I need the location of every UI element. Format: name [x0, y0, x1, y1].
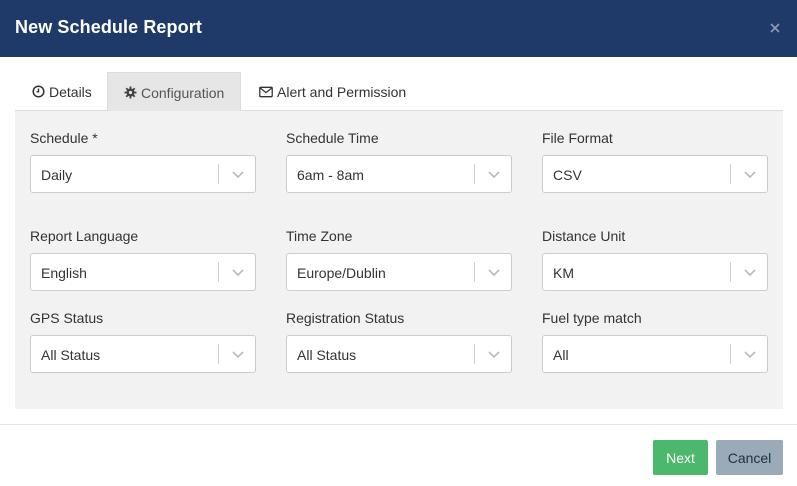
cancel-button[interactable]: Cancel — [716, 440, 783, 475]
next-button[interactable]: Next — [653, 440, 708, 475]
tab-alert-permission[interactable]: Alert and Permission — [245, 72, 415, 111]
field-label: Report Language — [30, 228, 139, 244]
envelope-icon — [259, 86, 273, 98]
field-label: File Format — [542, 130, 613, 146]
distance-unit-select[interactable]: KM — [542, 253, 768, 291]
footer-divider — [0, 424, 797, 425]
field-label: GPS Status — [30, 310, 104, 326]
schedule-select[interactable]: Daily — [30, 155, 256, 193]
file-format-select[interactable]: CSV — [542, 155, 768, 193]
select-value: CSV — [553, 167, 582, 183]
field-label: Distance Unit — [542, 228, 626, 244]
chevron-down-icon — [488, 171, 500, 179]
chevron-down-icon — [488, 269, 500, 277]
select-divider — [730, 262, 731, 282]
chevron-down-icon — [488, 351, 500, 359]
select-value: Europe/Dublin — [297, 265, 386, 281]
select-divider — [474, 164, 475, 184]
dialog-title: New Schedule Report — [15, 17, 202, 37]
tab-label: Alert and Permission — [277, 83, 407, 100]
select-value: English — [41, 265, 87, 281]
registration-status-select[interactable]: All Status — [286, 335, 512, 373]
field-label: Fuel type match — [542, 310, 642, 326]
fuel-type-match-select[interactable]: All — [542, 335, 768, 373]
select-divider — [218, 164, 219, 184]
field-label: Time Zone — [286, 228, 353, 244]
select-divider — [474, 262, 475, 282]
tab-label: Configuration — [141, 84, 225, 101]
time-zone-select[interactable]: Europe/Dublin — [286, 253, 512, 291]
select-divider — [730, 164, 731, 184]
tab-details[interactable]: Details — [15, 72, 107, 111]
report-language-select[interactable]: English — [30, 253, 256, 291]
chevron-down-icon — [744, 351, 756, 359]
select-value: Daily — [41, 167, 73, 183]
chevron-down-icon — [232, 351, 244, 359]
select-divider — [474, 344, 475, 364]
select-value: KM — [553, 265, 574, 281]
chevron-down-icon — [232, 171, 244, 179]
close-icon[interactable] — [768, 20, 782, 36]
chevron-down-icon — [232, 269, 244, 277]
dialog-header: New Schedule Report — [0, 0, 797, 57]
field-label: Registration Status — [286, 310, 405, 326]
field-label: Schedule Time — [286, 130, 379, 146]
select-value: All Status — [41, 347, 101, 363]
select-divider — [218, 344, 219, 364]
tab-configuration[interactable]: Configuration — [107, 72, 241, 112]
gear-icon — [124, 86, 137, 99]
schedule-time-select[interactable]: 6am - 8am — [286, 155, 512, 193]
chevron-down-icon — [744, 171, 756, 179]
configuration-panel: Schedule * Daily Schedule Time 6am - 8am… — [15, 111, 783, 409]
select-value: 6am - 8am — [297, 167, 364, 183]
tab-label: Details — [49, 83, 92, 100]
field-label: Schedule * — [30, 130, 98, 146]
chevron-down-icon — [744, 269, 756, 277]
select-value: All Status — [297, 347, 357, 363]
select-divider — [218, 262, 219, 282]
clock-icon — [32, 85, 45, 98]
gps-status-select[interactable]: All Status — [30, 335, 256, 373]
select-value: All — [553, 347, 569, 363]
select-divider — [730, 344, 731, 364]
tab-bar: Details Configuration Alert and Permissi… — [15, 72, 783, 112]
